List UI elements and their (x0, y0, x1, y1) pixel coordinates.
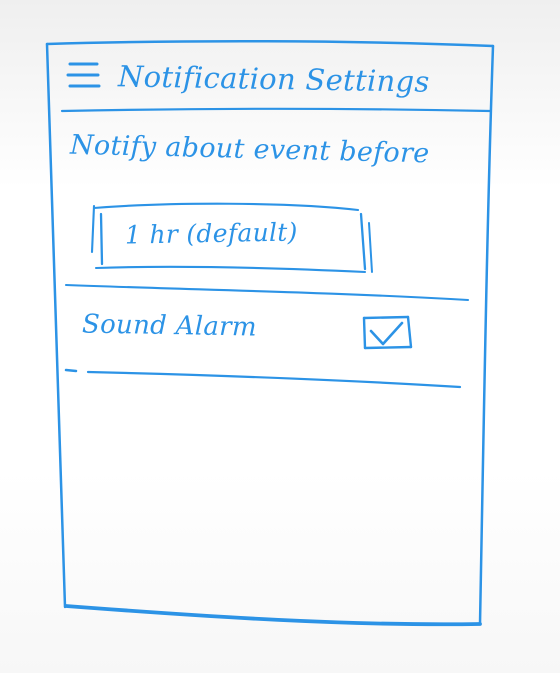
page-title: Notification Settings (117, 59, 430, 99)
sound-alarm-checkbox[interactable] (358, 312, 414, 358)
whiteboard-sketch: Notification Settings Notify about event… (0, 0, 560, 673)
menu-button[interactable] (62, 55, 107, 100)
sound-alarm-label: Sound Alarm (81, 309, 258, 343)
dropdown-selected-value: 1 hr (default) (124, 217, 298, 250)
